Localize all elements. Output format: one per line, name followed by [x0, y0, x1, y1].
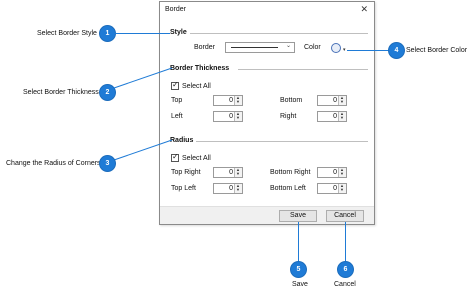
- down-arrow-icon[interactable]: ▼: [236, 116, 240, 120]
- dialog-title: Border: [165, 6, 187, 13]
- stepper-arrows[interactable]: ▲ ▼: [338, 168, 346, 177]
- dropdown-arrow-icon: ▾: [343, 47, 346, 53]
- cancel-button[interactable]: Cancel: [326, 210, 364, 222]
- callout-4-line: [347, 50, 389, 51]
- down-arrow-icon[interactable]: ▼: [340, 172, 344, 176]
- stepper-value: 0: [229, 169, 233, 176]
- radius-bottom-right-label: Bottom Right: [270, 169, 311, 176]
- down-arrow-icon[interactable]: ▼: [340, 116, 344, 120]
- style-heading: Style: [170, 29, 187, 36]
- down-arrow-icon[interactable]: ▼: [340, 188, 344, 192]
- dialog-footer: Save Cancel: [160, 206, 374, 224]
- save-button[interactable]: Save: [279, 210, 317, 222]
- color-picker-button[interactable]: ▾: [331, 43, 346, 53]
- stepper-arrows[interactable]: ▲ ▼: [338, 96, 346, 105]
- border-dialog: Border ✕ Style Border ⌄ Color ▾ Border T…: [159, 1, 375, 225]
- thickness-right-label: Right: [280, 113, 297, 120]
- callout-3-badge: 3: [100, 156, 115, 171]
- check-icon: ✓: [172, 152, 179, 161]
- color-label: Color: [304, 44, 321, 51]
- stepper-arrows[interactable]: ▲ ▼: [234, 96, 242, 105]
- stepper-arrows[interactable]: ▲ ▼: [234, 112, 242, 121]
- radius-bottom-left-stepper[interactable]: 0 ▲ ▼: [317, 183, 347, 194]
- stepper-arrows[interactable]: ▲ ▼: [234, 184, 242, 193]
- callout-2-badge: 2: [100, 85, 115, 100]
- down-arrow-icon[interactable]: ▼: [340, 100, 344, 104]
- callout-5-line: [298, 222, 299, 262]
- stepper-value: 0: [333, 113, 337, 120]
- stepper-arrows[interactable]: ▲ ▼: [338, 112, 346, 121]
- border-style-select[interactable]: ⌄: [225, 42, 295, 53]
- radius-bottom-left-label: Bottom Left: [270, 185, 306, 192]
- callout-6-line: [345, 222, 346, 262]
- stepper-arrows[interactable]: ▲ ▼: [234, 168, 242, 177]
- thickness-bottom-stepper[interactable]: 0 ▲ ▼: [317, 95, 347, 106]
- callout-6-badge: 6: [338, 262, 353, 277]
- thickness-select-all-checkbox[interactable]: ✓: [171, 80, 179, 90]
- border-label: Border: [194, 44, 216, 51]
- style-divider: [190, 33, 368, 34]
- callout-1-line: [115, 33, 170, 34]
- close-icon[interactable]: ✕: [360, 4, 368, 15]
- border-line-preview: [231, 47, 278, 48]
- check-icon: ✓: [172, 80, 179, 89]
- callout-5-text: Save: [292, 281, 308, 288]
- callout-2-text: Select Border Thickness: [23, 89, 99, 96]
- thickness-right-stepper[interactable]: 0 ▲ ▼: [317, 111, 347, 122]
- radius-top-right-stepper[interactable]: 0 ▲ ▼: [213, 167, 243, 178]
- stepper-value: 0: [229, 185, 233, 192]
- callout-5-badge: 5: [291, 262, 306, 277]
- radius-bottom-right-stepper[interactable]: 0 ▲ ▼: [317, 167, 347, 178]
- stepper-value: 0: [333, 185, 337, 192]
- radius-select-all-label: Select All: [182, 155, 211, 162]
- radius-top-left-stepper[interactable]: 0 ▲ ▼: [213, 183, 243, 194]
- thickness-top-stepper[interactable]: 0 ▲ ▼: [213, 95, 243, 106]
- thickness-left-label: Left: [171, 113, 183, 120]
- paint-bucket-icon: [331, 43, 341, 53]
- title-bar: Border ✕: [160, 2, 374, 17]
- stepper-arrows[interactable]: ▲ ▼: [338, 184, 346, 193]
- thickness-left-stepper[interactable]: 0 ▲ ▼: [213, 111, 243, 122]
- stepper-value: 0: [333, 97, 337, 104]
- stepper-value: 0: [333, 169, 337, 176]
- radius-divider: [196, 141, 368, 142]
- radius-top-left-label: Top Left: [171, 185, 196, 192]
- stepper-value: 0: [229, 97, 233, 104]
- chevron-down-icon: ⌄: [285, 43, 291, 49]
- down-arrow-icon[interactable]: ▼: [236, 188, 240, 192]
- thickness-bottom-label: Bottom: [280, 97, 303, 104]
- callout-6-text: Cancel: [334, 281, 356, 288]
- callout-1-badge: 1: [100, 26, 115, 41]
- down-arrow-icon[interactable]: ▼: [236, 100, 240, 104]
- callout-4-badge: 4: [389, 43, 404, 58]
- callout-1-text: Select Border Style: [37, 30, 97, 37]
- callout-4-text: Select Border Color: [406, 47, 468, 54]
- radius-heading: Radius: [170, 137, 194, 144]
- thickness-select-all-label: Select All: [182, 83, 211, 90]
- callout-3-text: Change the Radius of Corners: [6, 160, 101, 167]
- thickness-divider: [238, 69, 368, 70]
- thickness-top-label: Top: [171, 97, 183, 104]
- down-arrow-icon[interactable]: ▼: [236, 172, 240, 176]
- radius-top-right-label: Top Right: [171, 169, 201, 176]
- radius-select-all-checkbox[interactable]: ✓: [171, 152, 179, 162]
- stepper-value: 0: [229, 113, 233, 120]
- thickness-heading: Border Thickness: [170, 65, 230, 72]
